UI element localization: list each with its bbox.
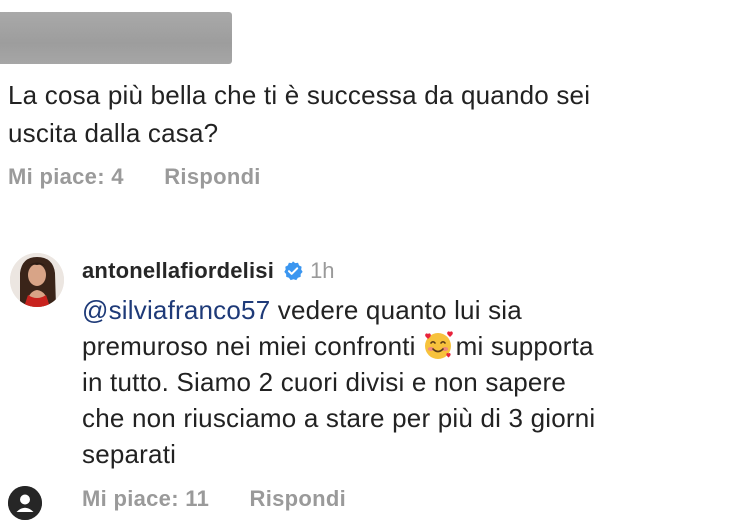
redacted-username	[0, 12, 232, 64]
verified-badge-icon	[284, 261, 303, 281]
reply-text-part-1: vedere quanto lui sia	[270, 295, 522, 325]
reply-line-5: separati	[82, 439, 177, 469]
reply-text: @silviafranco57 vedere quanto lui sia pr…	[82, 292, 722, 472]
comment-likes-button[interactable]: Mi piace: 4	[8, 164, 124, 190]
reply-username[interactable]: antonellafiordelisi	[82, 258, 274, 284]
reply-actions: Mi piace: 11 Rispondi	[82, 486, 346, 512]
reply-text-part-3: mi supporta	[455, 331, 594, 361]
comment-line-2: uscita dalla casa?	[8, 118, 219, 148]
avatar-image	[10, 253, 64, 307]
profile-icon[interactable]	[8, 486, 42, 520]
reply-line-3: in tutto. Siamo 2 cuori divisi e non sap…	[82, 367, 567, 397]
reply-line-2: premuroso nei miei confronti mi supporta	[82, 328, 722, 364]
smiling-face-with-hearts-emoji-icon	[424, 331, 453, 359]
comment-text: La cosa più bella che ti è successa da q…	[8, 76, 728, 152]
reply-text-part-2: premuroso nei miei confronti	[82, 331, 416, 361]
reply-reply-button[interactable]: Rispondi	[250, 486, 347, 512]
reply-likes-button[interactable]: Mi piace: 11	[82, 486, 209, 512]
comment-actions: Mi piace: 4 Rispondi	[8, 164, 261, 190]
person-icon	[8, 486, 42, 520]
comment-line-1: La cosa più bella che ti è successa da q…	[8, 80, 591, 110]
reply-timestamp: 1h	[310, 258, 335, 283]
mention-link[interactable]: @silviafranco57	[82, 295, 270, 325]
comment-thread: La cosa più bella che ti è successa da q…	[0, 0, 740, 532]
comment-reply-button[interactable]: Rispondi	[164, 164, 261, 190]
reply-line-4: che non riusciamo a stare per più di 3 g…	[82, 403, 596, 433]
avatar[interactable]	[10, 253, 64, 307]
reply-line-1: @silviafranco57 vedere quanto lui sia	[82, 292, 722, 328]
reply-header: antonellafiordelisi 1h	[82, 256, 335, 286]
